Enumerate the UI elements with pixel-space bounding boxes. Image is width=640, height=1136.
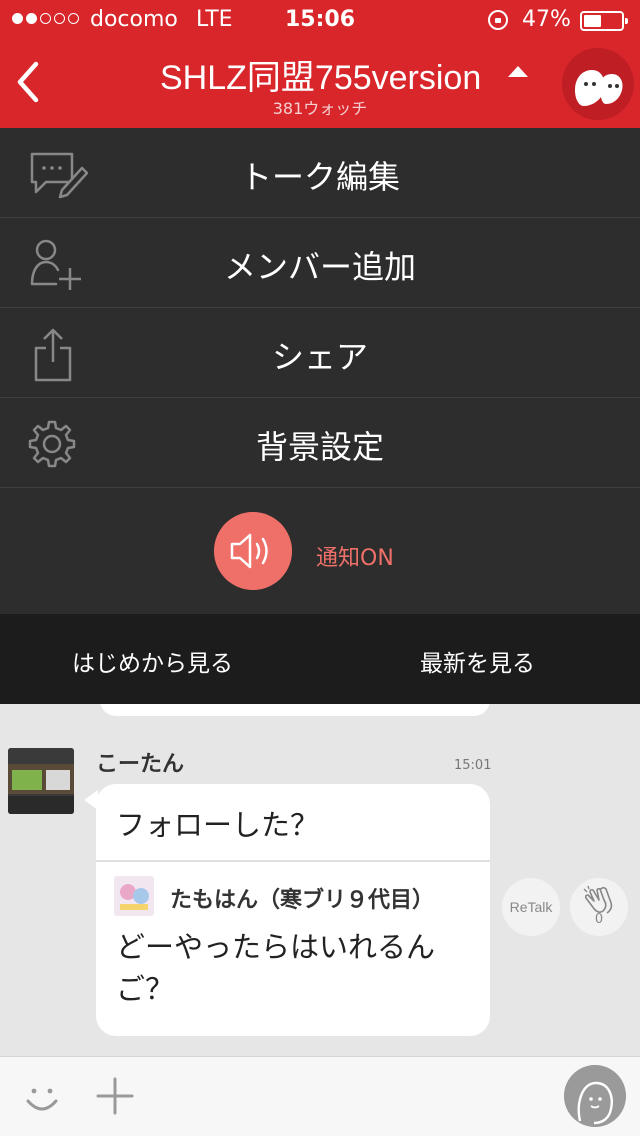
- message-text: フォローした？: [116, 808, 320, 842]
- menu-item-label: トーク編集: [239, 158, 400, 196]
- notification-toggle-row: 通知ON: [0, 488, 640, 614]
- battery-icon: [580, 11, 628, 31]
- sender-name: こーたん: [96, 752, 185, 777]
- view-from-start-button[interactable]: はじめから見る: [72, 644, 233, 678]
- chat-area[interactable]: こーたん 15:01 フォローした？ たもはん（寒ブリ９代目） どーやったらはい…: [0, 704, 640, 1056]
- caret-up-icon[interactable]: [508, 66, 528, 77]
- menu-item-background-settings[interactable]: 背景設定: [0, 398, 640, 488]
- battery-percentage: 47%: [522, 7, 571, 32]
- jump-bar: はじめから見る 最新を見る: [0, 614, 640, 704]
- back-chevron-icon[interactable]: [10, 58, 50, 106]
- plus-icon[interactable]: [94, 1075, 136, 1117]
- message-time: 15:01: [454, 758, 492, 773]
- menu-item-label: 背景設定: [255, 428, 384, 466]
- user-avatar[interactable]: [8, 748, 74, 814]
- input-bar: [0, 1056, 640, 1136]
- status-bar: docomo LTE 15:06 47%: [0, 0, 640, 40]
- speaker-icon[interactable]: [214, 512, 292, 590]
- menu-item-add-member[interactable]: メンバー追加: [0, 218, 640, 308]
- mascot-avatar-icon[interactable]: [562, 48, 634, 120]
- voice-mascot-icon[interactable]: [564, 1065, 626, 1127]
- menu-item-label: シェア: [271, 338, 368, 376]
- menu-item-label: メンバー追加: [223, 248, 416, 286]
- clap-count: 0: [594, 912, 604, 927]
- reply-avatar: [114, 876, 154, 916]
- header-bar: docomo LTE 15:06 47% SHLZ同盟755version 38…: [0, 0, 640, 128]
- menu-item-edit-talk[interactable]: トーク編集: [0, 128, 640, 218]
- reply-sender-name: たもはん（寒ブリ９代目）: [170, 888, 435, 913]
- watch-count: 381ウォッチ: [272, 99, 368, 118]
- smile-icon[interactable]: [20, 1075, 64, 1119]
- clap-button[interactable]: 0: [570, 878, 628, 936]
- reply-text: どーやったらはいれるんご？: [116, 930, 436, 1006]
- talk-title[interactable]: SHLZ同盟755version: [160, 50, 490, 99]
- talk-menu: トーク編集 メンバー追加 シェア 背景設定 通知ON: [0, 128, 640, 614]
- previous-message-bubble[interactable]: [100, 704, 490, 716]
- message-bubble[interactable]: フォローした？ たもはん（寒ブリ９代目） どーやったらはいれるんご？: [84, 784, 490, 1036]
- menu-item-share[interactable]: シェア: [0, 308, 640, 398]
- view-latest-button[interactable]: 最新を見る: [420, 644, 535, 678]
- notification-status[interactable]: 通知ON: [316, 540, 394, 572]
- rotation-lock-icon: [488, 10, 508, 30]
- reply-divider: [96, 860, 490, 862]
- retalk-button[interactable]: ReTalk: [502, 878, 560, 936]
